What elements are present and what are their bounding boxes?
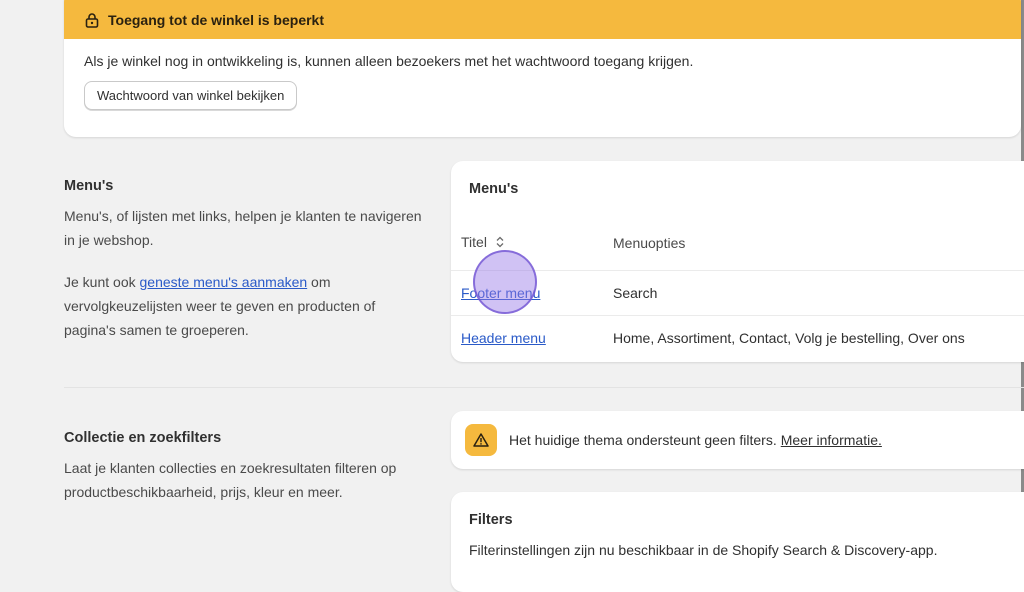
table-header: Titel Menuopties [451, 216, 1024, 270]
section-divider [64, 387, 1024, 388]
header-menu-link[interactable]: Header menu [461, 330, 546, 346]
banner-header: Toegang tot de winkel is beperkt [64, 0, 1021, 39]
nested-menus-text: Je kunt ook geneste menu's aanmaken om v… [64, 270, 424, 342]
menus-description: Menu's Menu's, of lijsten met links, hel… [64, 178, 424, 360]
more-info-link[interactable]: Meer informatie. [781, 432, 882, 448]
col-options-header: Menuopties [613, 235, 686, 251]
banner-body: Als je winkel nog in ontwikkeling is, ku… [64, 39, 1021, 124]
filters-section-text: Laat je klanten collecties en zoekresult… [64, 460, 397, 500]
filters-notice-text: Het huidige thema ondersteunt geen filte… [509, 432, 777, 448]
menus-card-title: Menu's [469, 181, 519, 197]
sort-icon[interactable] [495, 235, 505, 252]
table-row[interactable]: Footer menu Search [451, 270, 1024, 315]
filters-card: Filters Filterinstellingen zijn nu besch… [451, 492, 1024, 592]
menus-card: Menu's Titel Menuopties Footer menu Sear… [451, 161, 1024, 362]
header-menu-options: Home, Assortiment, Contact, Volg je best… [613, 330, 965, 346]
filters-card-text: Filterinstellingen zijn nu beschikbaar i… [469, 542, 938, 558]
nested-menus-link[interactable]: geneste menu's aanmaken [140, 274, 308, 290]
col-title-label: Titel [461, 234, 487, 251]
filters-section-title: Collectie en zoekfilters [64, 430, 222, 446]
warning-icon [465, 424, 497, 456]
menus-section-title: Menu's [64, 178, 114, 194]
banner-title: Toegang tot de winkel is beperkt [108, 11, 324, 28]
filters-notice-card: Het huidige thema ondersteunt geen filte… [451, 411, 1024, 469]
menus-table: Titel Menuopties Footer menu Search Head… [451, 216, 1024, 360]
view-store-password-button[interactable]: Wachtwoord van winkel bekijken [84, 81, 298, 110]
col-title-header[interactable]: Titel [451, 234, 613, 252]
table-row[interactable]: Header menu Home, Assortiment, Contact, … [451, 315, 1024, 360]
nested-prefix: Je kunt ook [64, 274, 140, 290]
footer-menu-options: Search [613, 285, 658, 301]
filters-notice: Het huidige thema ondersteunt geen filte… [451, 411, 1024, 469]
filters-description: Collectie en zoekfilters Laat je klanten… [64, 430, 424, 522]
menus-section-text: Menu's, of lijsten met links, helpen je … [64, 208, 422, 248]
footer-menu-link[interactable]: Footer menu [461, 285, 540, 301]
filters-card-title: Filters [469, 512, 513, 528]
lock-icon [84, 12, 100, 28]
banner-text: Als je winkel nog in ontwikkeling is, ku… [84, 53, 694, 69]
store-access-banner: Toegang tot de winkel is beperkt Als je … [64, 0, 1021, 137]
